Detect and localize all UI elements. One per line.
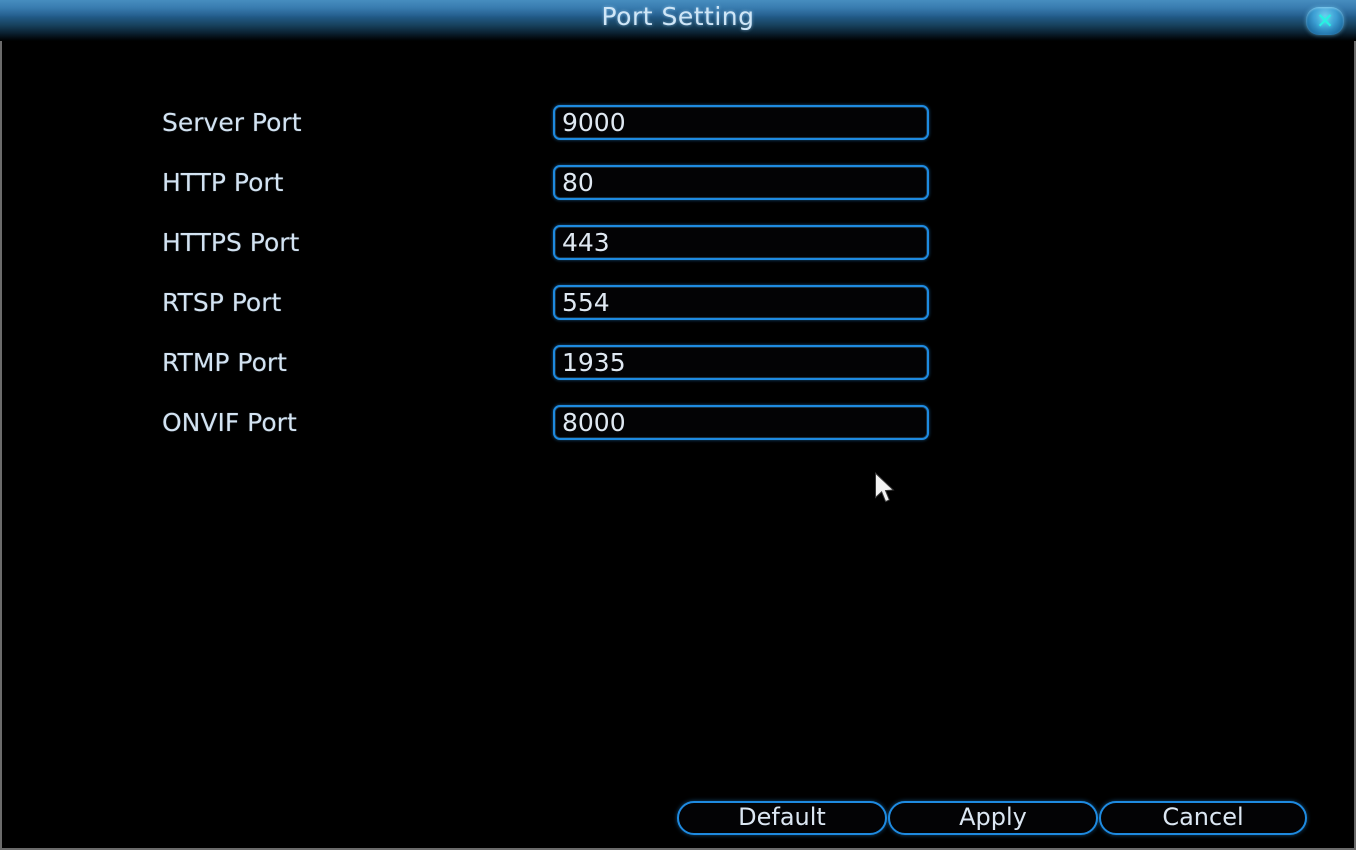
cancel-button-label: Cancel (1162, 803, 1244, 831)
input-server-port-value: 9000 (562, 108, 626, 137)
label-https-port: HTTPS Port (162, 228, 300, 257)
label-rtsp-port: RTSP Port (162, 288, 282, 317)
form-row-onvif-port: ONVIF Port 8000 (2, 405, 1354, 445)
label-onvif-port: ONVIF Port (162, 408, 297, 437)
footer-button-bar: Default Apply Cancel (2, 801, 1354, 846)
input-onvif-port-value: 8000 (562, 408, 626, 437)
input-http-port-value: 80 (562, 168, 594, 197)
input-rtmp-port-value: 1935 (562, 348, 626, 377)
close-button[interactable]: ✕ (1306, 7, 1344, 35)
input-server-port[interactable]: 9000 (553, 105, 929, 140)
cancel-button[interactable]: Cancel (1099, 801, 1307, 835)
label-http-port: HTTP Port (162, 168, 284, 197)
input-rtsp-port[interactable]: 554 (553, 285, 929, 320)
apply-button-label: Apply (959, 803, 1027, 831)
input-https-port-value: 443 (562, 228, 610, 257)
form-row-rtmp-port: RTMP Port 1935 (2, 345, 1354, 385)
port-setting-window: Port Setting ✕ Server Port 9000 HTTP Por… (0, 0, 1356, 850)
label-rtmp-port: RTMP Port (162, 348, 287, 377)
input-onvif-port[interactable]: 8000 (553, 405, 929, 440)
form-row-rtsp-port: RTSP Port 554 (2, 285, 1354, 325)
form-row-https-port: HTTPS Port 443 (2, 225, 1354, 265)
window-title: Port Setting (601, 2, 755, 31)
default-button[interactable]: Default (677, 801, 887, 835)
input-rtsp-port-value: 554 (562, 288, 610, 317)
window-body: Server Port 9000 HTTP Port 80 HTTPS Port… (0, 41, 1356, 850)
form-row-http-port: HTTP Port 80 (2, 165, 1354, 205)
label-server-port: Server Port (162, 108, 302, 137)
input-https-port[interactable]: 443 (553, 225, 929, 260)
window-titlebar: Port Setting ✕ (0, 0, 1356, 41)
default-button-label: Default (738, 803, 826, 831)
form-row-server-port: Server Port 9000 (2, 105, 1354, 145)
apply-button[interactable]: Apply (888, 801, 1098, 835)
close-icon: ✕ (1316, 8, 1334, 33)
input-rtmp-port[interactable]: 1935 (553, 345, 929, 380)
input-http-port[interactable]: 80 (553, 165, 929, 200)
